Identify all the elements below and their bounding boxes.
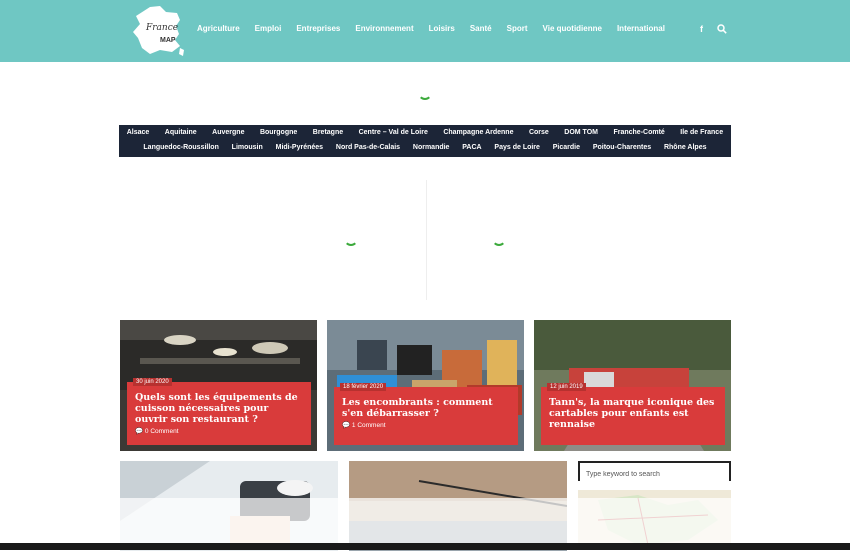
facebook-icon[interactable]: f	[700, 24, 703, 36]
comment-count: 0 Comment	[144, 428, 179, 435]
card-title[interactable]: Tann's, la marque iconique des cartables…	[549, 397, 717, 430]
region-corse[interactable]: Corse	[529, 129, 549, 136]
region-aquitaine[interactable]: Aquitaine	[165, 129, 197, 136]
divider	[426, 180, 427, 300]
card-caption: 18 février 2020 Les encombrants : commen…	[334, 383, 518, 445]
comment-count: 1 Comment	[351, 422, 386, 429]
nav-entreprises[interactable]: Entreprises	[296, 24, 340, 33]
region-poitou[interactable]: Poitou-Charentes	[593, 144, 651, 151]
region-bretagne[interactable]: Bretagne	[313, 129, 343, 136]
nav-loisirs[interactable]: Loisirs	[429, 24, 455, 33]
region-languedoc[interactable]: Languedoc-Roussillon	[143, 144, 218, 151]
region-ile-de-france[interactable]: Ile de France	[680, 129, 723, 136]
loading-spinner-top	[418, 86, 432, 100]
regions-row-1: Alsace Aquitaine Auvergne Bourgogne Bret…	[119, 129, 731, 136]
bottom-bar	[0, 543, 850, 550]
main-nav: Agriculture Emploi Entreprises Environne…	[197, 24, 680, 33]
nav-international[interactable]: International	[617, 24, 665, 33]
site-header: France MAP Agriculture Emploi Entreprise…	[0, 0, 850, 62]
region-centre[interactable]: Centre – Val de Loire	[359, 129, 428, 136]
region-bourgogne[interactable]: Bourgogne	[260, 129, 297, 136]
nav-vie-quotidienne[interactable]: Vie quotidienne	[543, 24, 602, 33]
region-paca[interactable]: PACA	[462, 144, 481, 151]
loading-spinner-right	[492, 232, 506, 246]
header-icons: f	[700, 24, 727, 36]
region-limousin[interactable]: Limousin	[232, 144, 263, 151]
nav-environnement[interactable]: Environnement	[355, 24, 413, 33]
loading-spinner-left	[344, 232, 358, 246]
nav-emploi[interactable]: Emploi	[255, 24, 282, 33]
article-card[interactable]: 18 février 2020 Les encombrants : commen…	[327, 320, 524, 451]
nav-sport[interactable]: Sport	[507, 24, 528, 33]
nav-sante[interactable]: Santé	[470, 24, 492, 33]
cookie-overlay	[0, 498, 850, 544]
region-picardie[interactable]: Picardie	[553, 144, 580, 151]
card-caption: 12 juin 2019 Tann's, la marque iconique …	[541, 383, 725, 445]
card-comments[interactable]: 💬 0 Comment	[135, 427, 303, 435]
region-rhone-alpes[interactable]: Rhône Alpes	[664, 144, 707, 151]
search-widget	[578, 461, 731, 483]
card-date: 30 juin 2020	[133, 378, 172, 386]
region-franche-comte[interactable]: Franche-Comté	[613, 129, 664, 136]
region-auvergne[interactable]: Auvergne	[212, 129, 244, 136]
region-midi-pyrenees[interactable]: Midi-Pyrénées	[276, 144, 323, 151]
article-card[interactable]: 12 juin 2019 Tann's, la marque iconique …	[534, 320, 731, 451]
card-title[interactable]: Quels sont les équipements de cuisson né…	[135, 392, 303, 425]
region-pays-de-loire[interactable]: Pays de Loire	[494, 144, 540, 151]
nav-agriculture[interactable]: Agriculture	[197, 24, 240, 33]
region-champagne[interactable]: Champagne Ardenne	[443, 129, 513, 136]
card-caption: 30 juin 2020 Quels sont les équipements …	[127, 378, 311, 445]
search-input[interactable]	[580, 466, 729, 483]
logo-text: France	[146, 23, 179, 33]
region-nord[interactable]: Nord Pas-de-Calais	[336, 144, 400, 151]
card-title[interactable]: Les encombrants : comment s'en débarrass…	[342, 397, 510, 419]
region-normandie[interactable]: Normandie	[413, 144, 450, 151]
logo-sub: MAP	[160, 37, 176, 44]
search-icon[interactable]	[717, 24, 727, 36]
article-card[interactable]: 30 juin 2020 Quels sont les équipements …	[120, 320, 317, 451]
region-dom-tom[interactable]: DOM TOM	[564, 129, 598, 136]
region-alsace[interactable]: Alsace	[127, 129, 150, 136]
regions-row-2: Languedoc-Roussillon Limousin Midi-Pyrén…	[119, 144, 731, 151]
card-date: 12 juin 2019	[547, 383, 586, 391]
regions-menu: Alsace Aquitaine Auvergne Bourgogne Bret…	[119, 125, 731, 157]
card-date: 18 février 2020	[340, 383, 387, 391]
card-comments[interactable]: 💬 1 Comment	[342, 421, 510, 429]
